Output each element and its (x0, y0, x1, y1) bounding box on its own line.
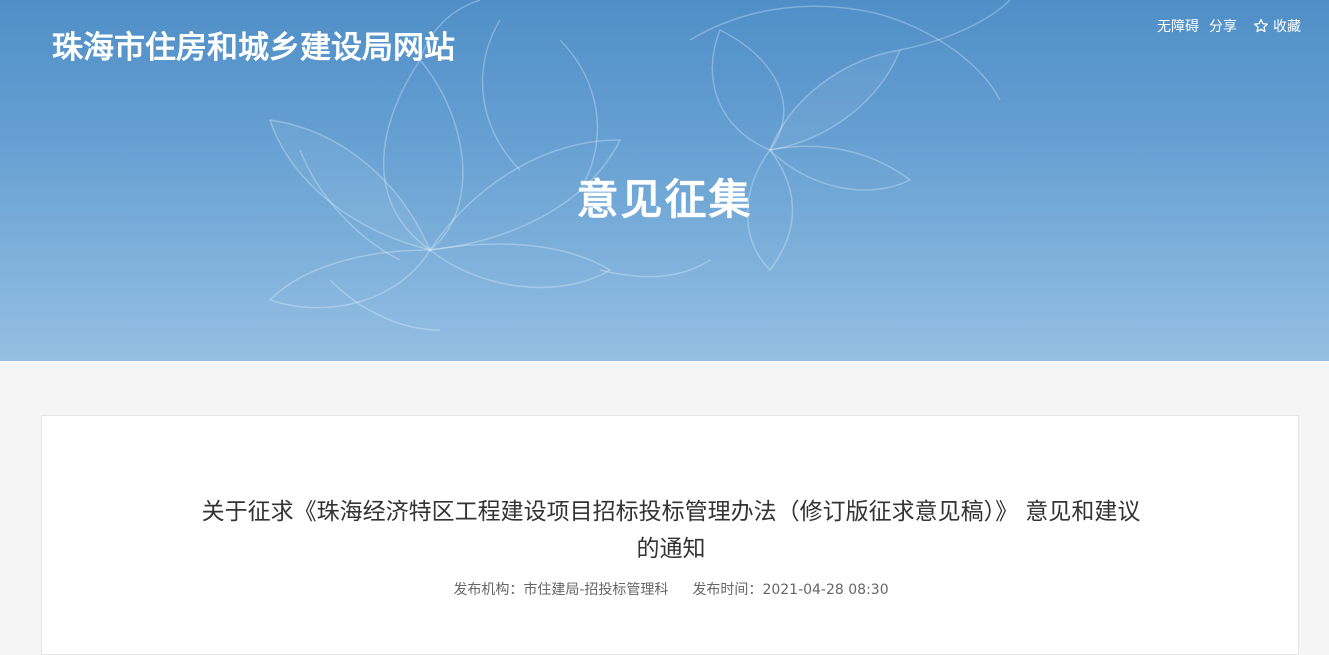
star-outline-icon (1254, 18, 1268, 33)
favorite-label: 收藏 (1273, 19, 1301, 35)
article-title-line-1: 关于征求《珠海经济特区工程建设项目招标投标管理办法（修订版征求意见稿）》 意见和… (201, 499, 1141, 525)
article-meta: 发布机构：市住建局-招投标管理科 发布时间：2021-04-28 08:30 (42, 579, 1300, 599)
article-title-line-2: 的通知 (636, 536, 706, 562)
publisher-value: 市住建局-招投标管理科 (523, 582, 669, 598)
favorite-button[interactable]: 收藏 (1253, 16, 1301, 36)
article-card: 关于征求《珠海经济特区工程建设项目招标投标管理办法（修订版征求意见稿）》 意见和… (41, 415, 1299, 655)
article-title: 关于征求《珠海经济特区工程建设项目招标投标管理办法（修订版征求意见稿）》 意见和… (42, 494, 1300, 568)
site-title[interactable]: 珠海市住房和城乡建设局网站 (52, 22, 455, 67)
accessibility-link[interactable]: 无障碍 (1157, 16, 1199, 36)
publisher-label: 发布机构： (453, 582, 524, 598)
top-links: 无障碍 分享 收藏 (1147, 16, 1301, 36)
publish-time-label: 发布时间： (692, 582, 763, 598)
publish-time-value: 2021-04-28 08:30 (762, 582, 889, 598)
share-link[interactable]: 分享 (1209, 16, 1237, 36)
section-title: 意见征集 (576, 175, 753, 224)
header-banner: 珠海市住房和城乡建设局网站 无障碍 分享 收藏 意见征集 (0, 0, 1329, 361)
